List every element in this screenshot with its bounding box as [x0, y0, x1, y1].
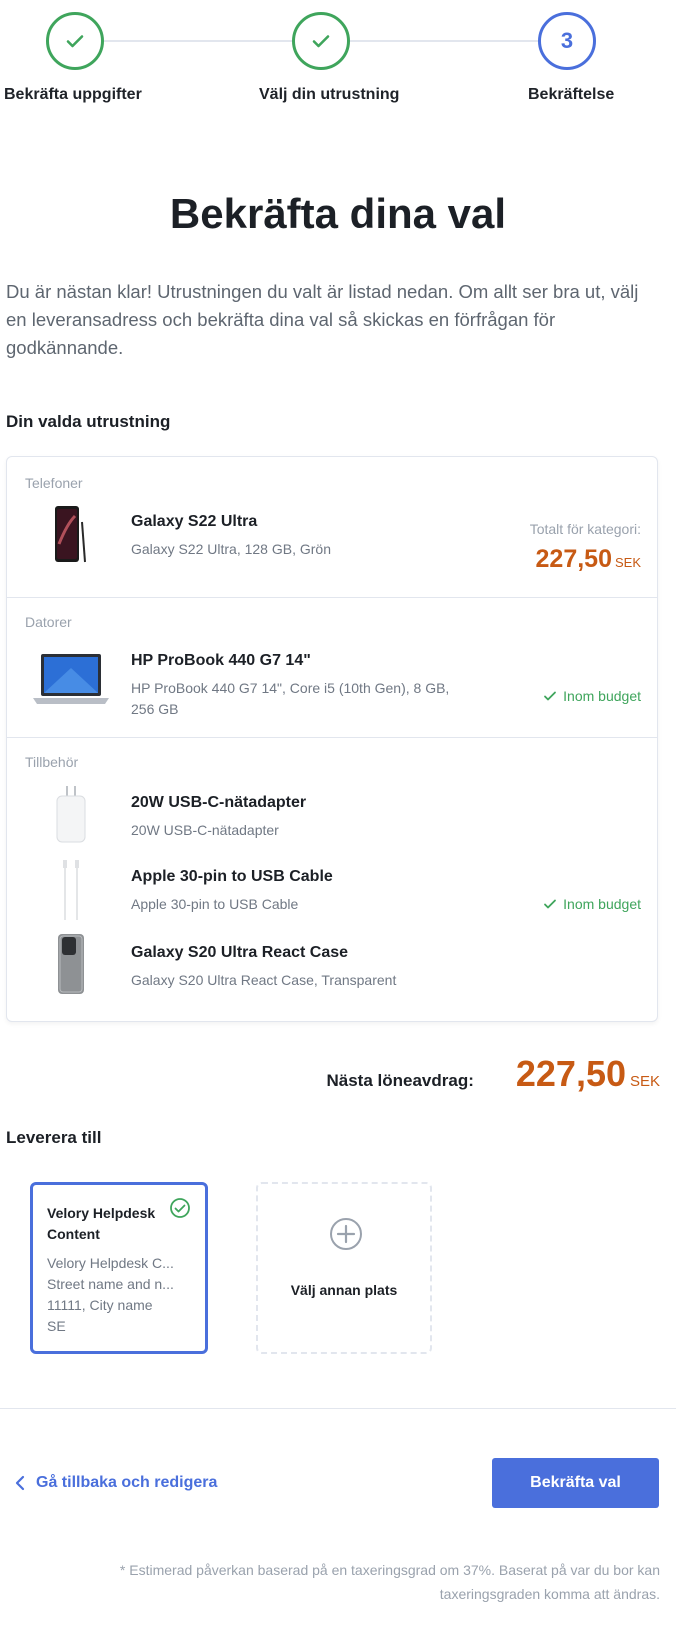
product-desc: Galaxy S22 Ultra, 128 GB, Grön	[131, 541, 331, 557]
budget-status: Inom budget	[543, 688, 641, 704]
product-desc: Galaxy S20 Ultra React Case, Transparent	[131, 972, 397, 988]
product-desc: 20W USB-C-nätadapter	[131, 822, 279, 838]
equipment-heading: Din valda utrustning	[6, 412, 171, 431]
chevron-left-icon	[15, 1475, 25, 1491]
product-name: Galaxy S20 Ultra React Case	[131, 944, 349, 961]
budget-label: Inom budget	[563, 896, 641, 912]
category-label: Datorer	[25, 614, 72, 630]
step-1-check-icon	[46, 12, 104, 70]
step-3-label: Bekräftelse	[528, 86, 615, 103]
check-circle-icon	[169, 1197, 191, 1224]
delivery-heading: Leverera till	[6, 1128, 102, 1147]
category-accessories: Tillbehör 20W USB-C-nätadapter 20W USB-C…	[7, 737, 657, 1021]
category-label: Telefoner	[25, 475, 83, 491]
phone-image	[49, 503, 89, 565]
category-phones: Telefoner Galaxy S22 Ultra Galaxy S22 Ul…	[7, 457, 657, 597]
case-image	[51, 932, 91, 996]
budget-label: Inom budget	[563, 688, 641, 704]
step-3-indicator: 3	[538, 12, 596, 70]
address-line: SE	[47, 1318, 66, 1334]
address-lines: Velory Helpdesk C... Street name and n..…	[47, 1253, 191, 1337]
footnote: * Estimerad påverkan baserad på en taxer…	[119, 1562, 660, 1602]
step-2-check-icon	[292, 12, 350, 70]
deduction-label: Nästa löneavdrag:	[326, 1071, 474, 1090]
product-name: Galaxy S22 Ultra	[131, 513, 258, 530]
step-connector	[104, 40, 292, 42]
cable-image	[51, 858, 91, 922]
deduction-amount: 227,50	[515, 1053, 626, 1094]
back-edit-link[interactable]: Gå tillbaka och redigera	[14, 1474, 217, 1492]
next-deduction: Nästa löneavdrag: 227,50 SEK	[326, 1053, 660, 1095]
intro-text: Du är nästan klar! Utrustningen du valt …	[6, 281, 639, 358]
step-2-label: Välj din utrustning	[259, 86, 400, 103]
category-total-label: Totalt för kategori:	[529, 521, 641, 537]
category-label: Tillbehör	[25, 754, 79, 770]
product-name: 20W USB-C-nätadapter	[131, 794, 307, 811]
category-total-price: 227,50 SEK	[536, 545, 641, 574]
category-computers: Datorer HP ProBook 440 G7 14" HP ProBook…	[7, 597, 657, 737]
selected-address-card[interactable]: Velory Helpdesk Content Velory Helpdesk …	[30, 1182, 208, 1354]
back-edit-label: Gå tillbaka och redigera	[36, 1474, 218, 1491]
laptop-image	[31, 648, 111, 710]
address-line: Velory Helpdesk C...	[47, 1255, 174, 1271]
category-total-value: 227,50	[535, 545, 612, 573]
divider	[0, 1408, 676, 1409]
equipment-card: Telefoner Galaxy S22 Ultra Galaxy S22 Ul…	[6, 456, 658, 1022]
budget-status: Inom budget	[543, 896, 641, 912]
product-name: Apple 30-pin to USB Cable	[131, 868, 333, 885]
plus-circle-icon	[328, 1216, 364, 1257]
deduction-currency: SEK	[629, 1073, 660, 1090]
address-line: Street name and n...	[47, 1276, 174, 1292]
page-title: Bekräfta dina val	[169, 190, 507, 237]
confirm-button[interactable]: Bekräfta val	[492, 1458, 659, 1508]
adapter-image	[51, 784, 91, 846]
category-total-currency: SEK	[614, 555, 641, 570]
product-desc: Apple 30-pin to USB Cable	[131, 896, 299, 912]
progress-stepper: 3 Bekräfta uppgifter Välj din utrustning…	[0, 0, 676, 120]
check-icon	[544, 899, 557, 909]
choose-other-location-card[interactable]: Välj annan plats	[256, 1182, 432, 1354]
step-connector	[350, 40, 538, 42]
step-1-label: Bekräfta uppgifter	[4, 86, 142, 103]
choose-other-location-label: Välj annan plats	[290, 1282, 398, 1298]
address-line: 11111, City name	[47, 1297, 153, 1313]
product-name: HP ProBook 440 G7 14"	[131, 652, 311, 669]
product-desc: HP ProBook 440 G7 14", Core i5 (10th Gen…	[131, 680, 450, 717]
address-name: Velory Helpdesk Content	[47, 1205, 156, 1242]
check-icon	[544, 691, 557, 701]
